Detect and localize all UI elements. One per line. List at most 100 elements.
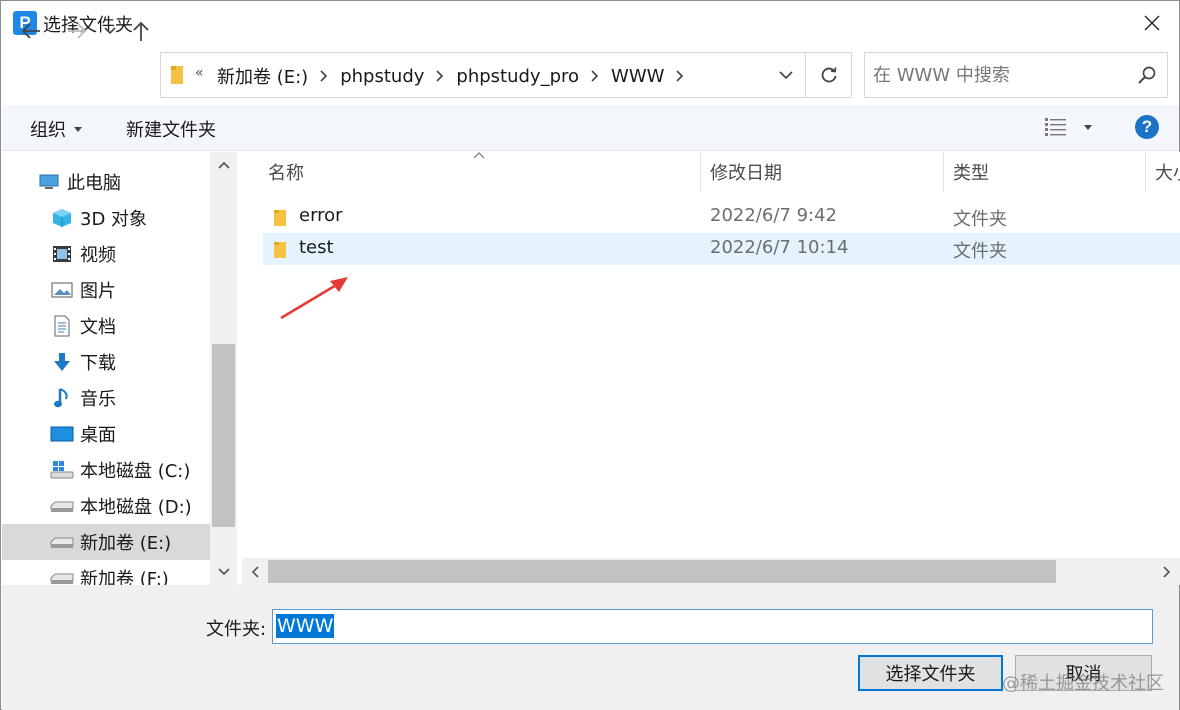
folder-field-label: 文件夹: (206, 619, 267, 640)
nav-item-desktop[interactable]: 桌面 (2, 416, 210, 452)
up-arrow-icon (133, 21, 149, 41)
nav-item-new-volume-f[interactable]: 新加卷 (F:) (2, 560, 210, 585)
folder-name-input[interactable]: WWW (272, 609, 1153, 644)
nav-item-documents[interactable]: 文档 (2, 308, 210, 344)
nav-vertical-scrollbar[interactable] (210, 152, 237, 585)
chevron-right-icon[interactable] (436, 70, 444, 82)
navigation-pane: 此电脑 3D 对象 视频 图片 文档 下载 音乐 桌面 本地磁盘 (C:) 本地… (2, 152, 237, 585)
drive-icon (50, 494, 74, 518)
nav-item-music[interactable]: 音乐 (2, 380, 210, 416)
desktop-icon (50, 422, 74, 446)
computer-icon (37, 170, 61, 194)
file-list-horizontal-scrollbar[interactable] (242, 558, 1180, 585)
nav-item-label: 音乐 (80, 389, 116, 410)
dialog-footer: 文件夹: WWW 选择文件夹 取消 @稀土掘金技术社区 (2, 585, 1179, 710)
breadcrumb-item[interactable]: phpstudy_pro (456, 66, 579, 87)
column-header-size[interactable]: 大小 (1155, 152, 1180, 192)
picture-icon (50, 278, 74, 302)
item-type: 文件夹 (953, 241, 1007, 262)
close-button[interactable] (1125, 1, 1179, 45)
file-list: 名称 修改日期 类型 大小 error 2022/6/7 9:42 文件夹 te… (242, 152, 1180, 585)
column-divider[interactable] (943, 152, 944, 192)
column-header-label: 名称 (268, 163, 304, 184)
chevron-right-icon[interactable] (676, 70, 684, 82)
nav-item-label: 3D 对象 (80, 209, 148, 230)
nav-item-videos[interactable]: 视频 (2, 236, 210, 272)
chevron-right-icon[interactable] (591, 70, 599, 82)
list-item-test[interactable]: test 2022/6/7 10:14 文件夹 (263, 233, 1180, 265)
dropdown-caret-icon (74, 126, 82, 132)
chevron-left-icon (251, 565, 259, 578)
nav-item-label: 本地磁盘 (C:) (80, 461, 191, 482)
command-bar: 组织 新建文件夹 ? (2, 105, 1179, 151)
new-folder-button[interactable]: 新建文件夹 (126, 116, 216, 142)
breadcrumb-item[interactable]: 新加卷 (E:) (217, 63, 308, 89)
nav-item-label: 此电脑 (67, 173, 121, 194)
search-input[interactable] (873, 62, 1123, 88)
nav-item-downloads[interactable]: 下载 (2, 344, 210, 380)
item-name: error (299, 205, 343, 226)
column-header-modified[interactable]: 修改日期 (710, 152, 940, 192)
chevron-down-icon (217, 568, 230, 576)
column-header-label: 大小 (1155, 163, 1180, 184)
document-icon (50, 314, 74, 338)
forward-button[interactable] (63, 17, 91, 45)
view-options-button[interactable] (1044, 116, 1092, 138)
breadcrumb: 新加卷 (E:) phpstudy phpstudy_pro WWW (217, 63, 696, 89)
select-folder-label: 选择文件夹 (885, 664, 976, 685)
address-bar[interactable]: « 新加卷 (E:) phpstudy phpstudy_pro WWW (160, 52, 852, 98)
folder-icon (169, 64, 185, 91)
select-folder-button[interactable]: 选择文件夹 (858, 655, 1003, 691)
nav-item-this-pc[interactable]: 此电脑 (2, 164, 210, 200)
column-header-type[interactable]: 类型 (953, 152, 1143, 192)
nav-item-label: 视频 (80, 245, 116, 266)
refresh-button[interactable] (805, 53, 851, 97)
scroll-down-button[interactable] (210, 559, 237, 585)
column-divider[interactable] (700, 152, 701, 192)
windows-drive-icon (50, 458, 74, 482)
nav-item-pictures[interactable]: 图片 (2, 272, 210, 308)
chevron-right-icon (1163, 565, 1171, 578)
folder-picker-dialog: P 选择文件夹 « 新加卷 (E:) phpstudy phpstudy_pro… (0, 0, 1180, 710)
forward-arrow-icon (68, 23, 87, 39)
scrollbar-thumb[interactable] (268, 560, 1056, 583)
address-history-button[interactable] (767, 53, 805, 97)
annotation-arrow (280, 277, 348, 320)
organize-label: 组织 (30, 120, 66, 141)
folder-icon (273, 209, 287, 232)
drive-icon (50, 566, 74, 585)
up-button[interactable] (127, 17, 155, 45)
column-header-name[interactable]: 名称 (268, 152, 698, 192)
column-header-label: 类型 (953, 163, 989, 184)
watermark: @稀土掘金技术社区 (1002, 673, 1164, 694)
breadcrumb-item[interactable]: WWW (611, 66, 664, 87)
chevron-right-icon[interactable] (320, 70, 328, 82)
item-type: 文件夹 (953, 209, 1007, 230)
nav-item-3d-objects[interactable]: 3D 对象 (2, 200, 210, 236)
scroll-right-button[interactable] (1154, 558, 1180, 585)
nav-item-label: 本地磁盘 (D:) (80, 497, 192, 518)
nav-item-local-disk-c[interactable]: 本地磁盘 (C:) (2, 452, 210, 488)
help-button[interactable]: ? (1135, 115, 1159, 139)
scroll-up-button[interactable] (210, 152, 237, 178)
recent-locations-button[interactable] (101, 17, 119, 45)
organize-menu-button[interactable]: 组织 (30, 116, 82, 142)
download-arrow-icon (50, 350, 74, 374)
back-arrow-icon (21, 23, 40, 39)
close-icon (1144, 15, 1160, 31)
column-header-label: 修改日期 (710, 163, 782, 184)
overflow-marker[interactable]: « (195, 65, 204, 81)
nav-item-label: 新加卷 (E:) (80, 533, 172, 554)
list-item-error[interactable]: error 2022/6/7 9:42 文件夹 (263, 201, 1180, 233)
search-box[interactable] (864, 52, 1168, 98)
scrollbar-thumb[interactable] (212, 344, 235, 527)
item-modified: 2022/6/7 9:42 (710, 205, 837, 226)
back-button[interactable] (17, 17, 45, 45)
column-divider[interactable] (1145, 152, 1146, 192)
scroll-left-button[interactable] (242, 558, 268, 585)
item-modified: 2022/6/7 10:14 (710, 237, 849, 258)
nav-item-new-volume-e[interactable]: 新加卷 (E:) (2, 524, 210, 560)
search-icon[interactable] (1137, 65, 1157, 90)
nav-item-local-disk-d[interactable]: 本地磁盘 (D:) (2, 488, 210, 524)
breadcrumb-item[interactable]: phpstudy (340, 66, 424, 87)
